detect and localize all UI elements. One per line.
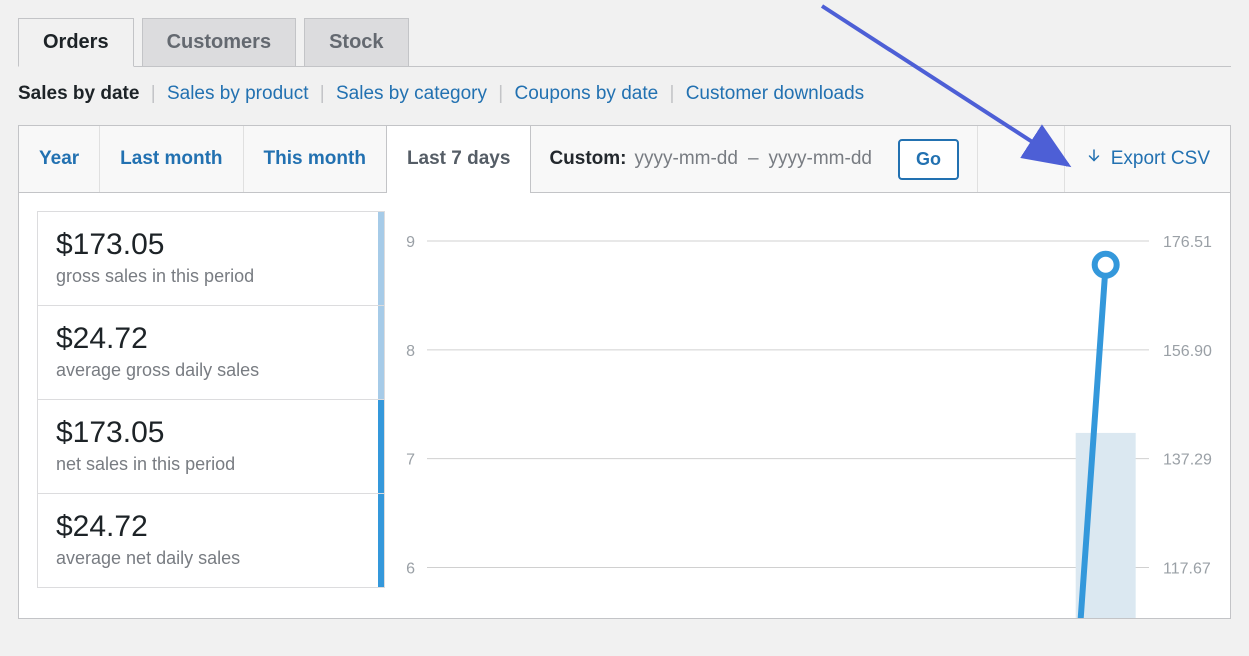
summary-card-net-sales[interactable]: $173.05 net sales in this period [37,399,385,493]
summary-value: $173.05 [56,228,366,262]
summary-value: $24.72 [56,322,366,356]
range-this-month[interactable]: This month [244,126,387,192]
tab-orders[interactable]: Orders [18,18,134,67]
date-to-input[interactable]: yyyy-mm-dd [769,148,872,170]
subnav-sales-by-category[interactable]: Sales by category [336,83,487,104]
report-content: $173.05 gross sales in this period $24.7… [18,193,1231,619]
report-subnav: Sales by date | Sales by product | Sales… [0,67,1249,125]
summary-label: average net daily sales [56,548,366,569]
export-csv-label: Export CSV [1111,148,1210,170]
svg-text:8: 8 [406,343,415,360]
summary-value: $173.05 [56,416,366,450]
range-spacer [978,126,1065,192]
export-csv-button[interactable]: Export CSV [1065,126,1230,192]
card-accent-stripe [378,212,384,305]
date-range-separator: – [746,148,761,170]
chart-svg: 9 176.51 8 156.90 7 137.29 6 117.67 [399,211,1219,619]
summary-sidebar: $173.05 gross sales in this period $24.7… [37,211,385,618]
download-icon [1085,147,1103,171]
tab-customers[interactable]: Customers [142,18,296,66]
svg-text:137.29: 137.29 [1163,452,1212,469]
svg-text:6: 6 [406,560,415,577]
card-accent-stripe [378,400,384,493]
range-custom: Custom: yyyy-mm-dd – yyyy-mm-dd Go [531,126,978,192]
tab-stock[interactable]: Stock [304,18,408,66]
svg-text:117.67: 117.67 [1163,560,1211,577]
subnav-coupons-by-date[interactable]: Coupons by date [515,83,659,104]
svg-text:7: 7 [406,452,415,469]
custom-label: Custom: [549,148,626,170]
range-year[interactable]: Year [19,126,100,192]
svg-text:176.51: 176.51 [1163,234,1212,251]
summary-value: $24.72 [56,510,366,544]
subnav-current: Sales by date [18,83,139,104]
subnav-separator: | [492,83,509,104]
svg-text:9: 9 [406,234,415,251]
svg-text:156.90: 156.90 [1163,343,1212,360]
summary-card-gross-sales[interactable]: $173.05 gross sales in this period [37,211,385,305]
range-last-7-days[interactable]: Last 7 days [386,126,532,193]
summary-label: gross sales in this period [56,266,366,287]
subnav-separator: | [314,83,331,104]
range-last-month[interactable]: Last month [100,126,243,192]
sales-chart[interactable]: 9 176.51 8 156.90 7 137.29 6 117.67 [399,211,1219,618]
card-accent-stripe [378,306,384,399]
summary-card-avg-gross[interactable]: $24.72 average gross daily sales [37,305,385,399]
date-from-input[interactable]: yyyy-mm-dd [635,148,738,170]
card-accent-stripe [378,494,384,587]
summary-label: net sales in this period [56,454,366,475]
subnav-sales-by-product[interactable]: Sales by product [167,83,309,104]
summary-label: average gross daily sales [56,360,366,381]
summary-card-avg-net[interactable]: $24.72 average net daily sales [37,493,385,588]
date-range-bar: Year Last month This month Last 7 days C… [18,125,1231,193]
main-tabs: Orders Customers Stock [0,0,1249,66]
subnav-separator: | [663,83,680,104]
subnav-customer-downloads[interactable]: Customer downloads [686,83,864,104]
go-button[interactable]: Go [898,139,959,180]
subnav-separator: | [145,83,162,104]
